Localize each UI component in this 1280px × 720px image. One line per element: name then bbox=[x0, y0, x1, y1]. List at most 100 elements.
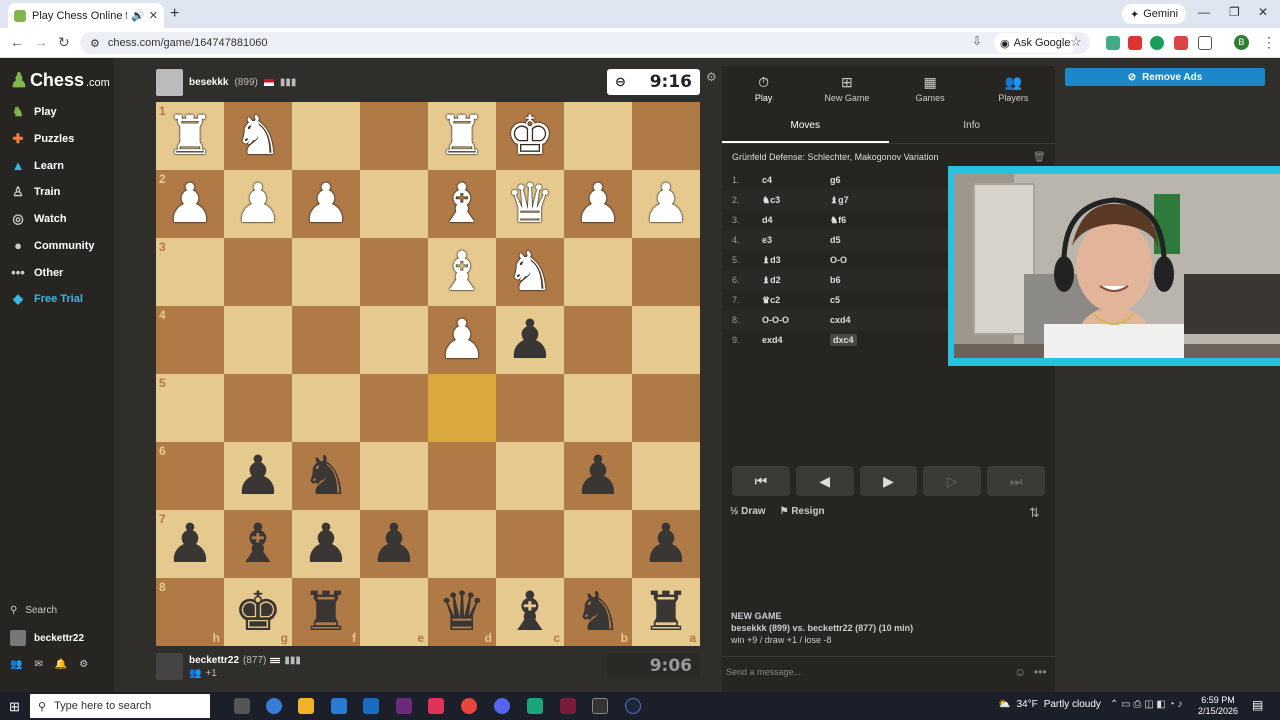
tab-players[interactable]: 👥 Players bbox=[972, 66, 1055, 110]
white-rook-piece[interactable]: ♜ bbox=[166, 109, 214, 163]
black-pawn-piece[interactable]: ♟ bbox=[166, 517, 214, 571]
square-g2[interactable]: ♟ bbox=[224, 170, 292, 238]
square-a5[interactable] bbox=[632, 374, 700, 442]
taskbar-clock[interactable]: 6:59 PM 2/15/2026 bbox=[1198, 695, 1238, 717]
square-g4[interactable] bbox=[224, 306, 292, 374]
tab-info[interactable]: Info bbox=[889, 114, 1056, 143]
extension-icon[interactable] bbox=[1128, 36, 1142, 50]
white-move[interactable]: ♛c2 bbox=[762, 295, 830, 306]
extension-icon[interactable] bbox=[1174, 36, 1188, 50]
epic-games-icon[interactable] bbox=[592, 698, 608, 714]
black-knight-piece[interactable]: ♞ bbox=[574, 585, 622, 639]
notifications-icon[interactable]: ▤ bbox=[1252, 698, 1263, 712]
square-c4[interactable]: ♟ bbox=[496, 306, 564, 374]
square-h2[interactable]: 2 ♟ bbox=[156, 170, 224, 238]
square-f3[interactable] bbox=[292, 238, 360, 306]
square-d7[interactable] bbox=[428, 510, 496, 578]
black-move[interactable]: O-O bbox=[830, 255, 847, 265]
square-a6[interactable] bbox=[632, 442, 700, 510]
black-pawn-piece[interactable]: ♟ bbox=[370, 517, 418, 571]
square-e5[interactable] bbox=[360, 374, 428, 442]
square-d3[interactable]: ♝ bbox=[428, 238, 496, 306]
square-c8[interactable]: c ♝ bbox=[496, 578, 564, 646]
square-b8[interactable]: b ♞ bbox=[564, 578, 632, 646]
square-h3[interactable]: 3 bbox=[156, 238, 224, 306]
square-a3[interactable] bbox=[632, 238, 700, 306]
sidebar-item-puzzles[interactable]: ✚ Puzzles bbox=[10, 131, 75, 147]
black-rook-piece[interactable]: ♜ bbox=[302, 585, 350, 639]
square-g5[interactable] bbox=[224, 374, 292, 442]
white-pawn-piece[interactable]: ♟ bbox=[302, 177, 350, 231]
black-queen-piece[interactable]: ♛ bbox=[438, 585, 486, 639]
square-d8[interactable]: d ♛ bbox=[428, 578, 496, 646]
square-e3[interactable] bbox=[360, 238, 428, 306]
steam-icon[interactable] bbox=[625, 698, 641, 714]
app-icon[interactable] bbox=[560, 698, 576, 714]
ask-google-button[interactable]: ◉ Ask Google bbox=[994, 33, 1077, 53]
messages-icon[interactable]: ✉ bbox=[34, 659, 42, 670]
white-move[interactable]: O-O-O bbox=[762, 315, 830, 325]
square-a1[interactable] bbox=[632, 102, 700, 170]
black-move[interactable]: cxd4 bbox=[830, 315, 851, 325]
square-h5[interactable]: 5 bbox=[156, 374, 224, 442]
white-move[interactable]: e3 bbox=[762, 235, 830, 245]
browser-tab[interactable]: Play Chess Online for FREE 🔊 ✕ bbox=[8, 3, 164, 28]
square-a7[interactable]: ♟ bbox=[632, 510, 700, 578]
chess-com-logo[interactable]: ♟ Chess .com bbox=[10, 68, 110, 93]
square-f5[interactable] bbox=[292, 374, 360, 442]
new-tab-button[interactable]: + bbox=[170, 5, 179, 23]
white-knight-piece[interactable]: ♞ bbox=[234, 109, 282, 163]
black-king-piece[interactable]: ♚ bbox=[234, 585, 282, 639]
chess-board[interactable]: 1 ♜ ♞ ♜ ♚ 2 ♟ ♟ ♟ ♝ ♛ ♟ ♟ 3 ♝ ♞ 4 ♟ ♟ 5 6 ♟ ♞ ♟ 7 ♟ ♝ ♟ ♟ ♟ 8 h g ♚ f ♜ e d ♛ c… bbox=[156, 102, 700, 646]
white-pawn-piece[interactable]: ♟ bbox=[166, 177, 214, 231]
square-f7[interactable]: ♟ bbox=[292, 510, 360, 578]
square-h7[interactable]: 7 ♟ bbox=[156, 510, 224, 578]
copilot-icon[interactable] bbox=[266, 698, 282, 714]
settings-gear-icon[interactable]: ⚙ bbox=[79, 659, 88, 670]
square-g1[interactable]: ♞ bbox=[224, 102, 292, 170]
square-c3[interactable]: ♞ bbox=[496, 238, 564, 306]
music-icon[interactable] bbox=[428, 698, 444, 714]
app-icon[interactable] bbox=[396, 698, 412, 714]
sidebar-item-free-trial[interactable]: ◆ Free Trial bbox=[10, 291, 83, 307]
square-a4[interactable] bbox=[632, 306, 700, 374]
back-icon[interactable]: ← bbox=[10, 34, 24, 50]
sidebar-item-train[interactable]: ♙ Train bbox=[10, 184, 60, 200]
white-bishop-piece[interactable]: ♝ bbox=[438, 245, 486, 299]
square-b6[interactable]: ♟ bbox=[564, 442, 632, 510]
black-knight-piece[interactable]: ♞ bbox=[302, 449, 350, 503]
gemini-button[interactable]: ✦ Gemini bbox=[1122, 4, 1187, 24]
square-c6[interactable] bbox=[496, 442, 564, 510]
install-icon[interactable]: ⇩ bbox=[972, 34, 982, 48]
store-icon[interactable] bbox=[331, 698, 347, 714]
discord-icon[interactable] bbox=[494, 698, 510, 714]
extension-icon[interactable] bbox=[1150, 36, 1164, 50]
sidebar-item-play[interactable]: ♞ Play bbox=[10, 104, 56, 120]
minimize-icon[interactable]: — bbox=[1198, 5, 1210, 19]
square-c7[interactable] bbox=[496, 510, 564, 578]
square-d6[interactable] bbox=[428, 442, 496, 510]
opponent-avatar[interactable] bbox=[156, 69, 183, 96]
square-h6[interactable]: 6 bbox=[156, 442, 224, 510]
white-pawn-piece[interactable]: ♟ bbox=[438, 313, 486, 367]
square-d4[interactable]: ♟ bbox=[428, 306, 496, 374]
player-name[interactable]: beckettr22 bbox=[189, 655, 239, 666]
white-pawn-piece[interactable]: ♟ bbox=[234, 177, 282, 231]
white-rook-piece[interactable]: ♜ bbox=[438, 109, 486, 163]
system-tray-icons[interactable]: ⌃ ▭ ⎙ ◫ ◧ ◔ ♪ bbox=[1110, 699, 1182, 710]
tab-new-game[interactable]: ⊞ New Game bbox=[805, 66, 888, 110]
black-pawn-piece[interactable]: ♟ bbox=[302, 517, 350, 571]
draw-button[interactable]: ½ Draw bbox=[730, 506, 766, 517]
square-h1[interactable]: 1 ♜ bbox=[156, 102, 224, 170]
square-e4[interactable] bbox=[360, 306, 428, 374]
black-bishop-piece[interactable]: ♝ bbox=[506, 585, 554, 639]
restore-icon[interactable]: ❐ bbox=[1229, 5, 1240, 19]
sidebar-item-community[interactable]: ● Community bbox=[10, 238, 94, 254]
forward-icon[interactable]: → bbox=[34, 34, 48, 50]
square-f1[interactable] bbox=[292, 102, 360, 170]
sidebar-profile[interactable]: beckettr22 bbox=[10, 630, 84, 646]
black-move[interactable]: d5 bbox=[830, 235, 841, 245]
more-options-icon[interactable]: ••• bbox=[1034, 665, 1047, 679]
square-e6[interactable] bbox=[360, 442, 428, 510]
friends-icon[interactable]: 👥 bbox=[10, 659, 22, 670]
